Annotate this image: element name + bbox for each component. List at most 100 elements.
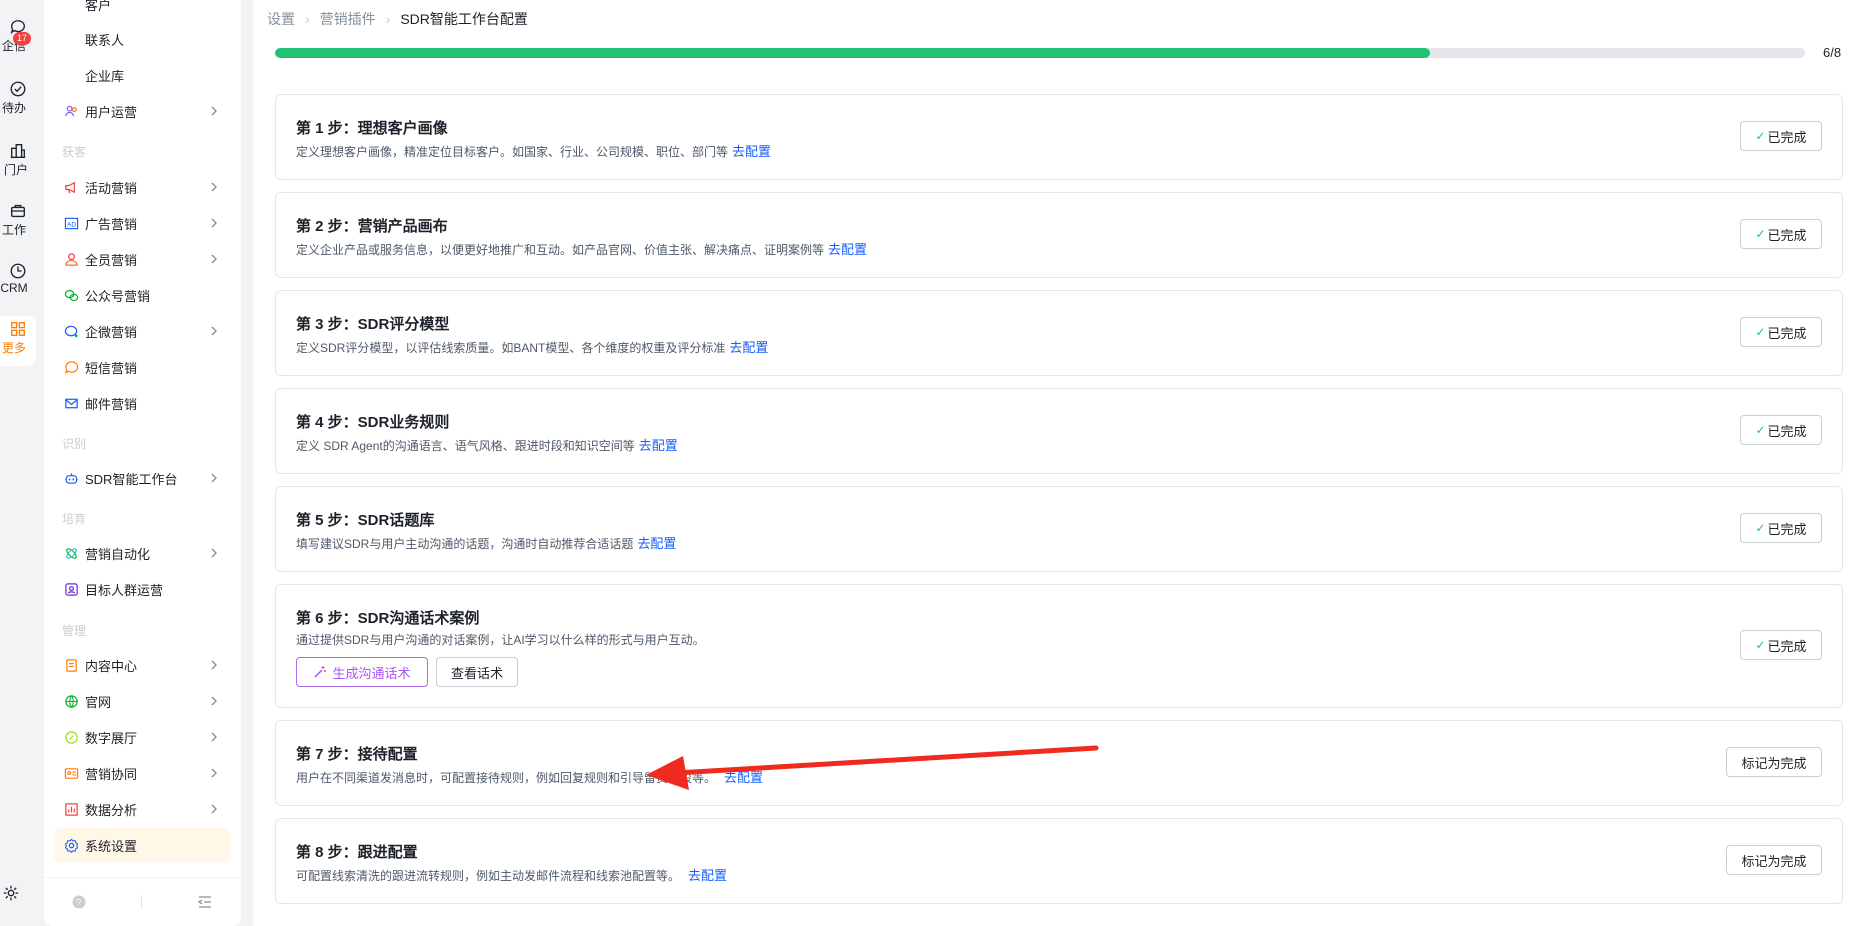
menu-label: 营销协同 <box>85 766 138 782</box>
sidebar-item-system-settings[interactable]: 系统设置 <box>54 828 231 862</box>
collapse-menu-icon[interactable] <box>197 895 213 909</box>
completed-button[interactable]: ✓ 已完成 <box>1740 513 1822 543</box>
rail-item-crm[interactable]: CRM <box>0 262 36 314</box>
menu-label: 企微营销 <box>85 324 138 340</box>
step-card-5: 第 5 步：SDR话题库 填写建议SDR与用户主动沟通的话题，沟通时自动推荐合适… <box>275 486 1843 572</box>
main-content: 设置 › 营销插件 › SDR智能工作台配置 6/8 第 1 步：理想客户画像 … <box>253 0 1853 926</box>
status-label: 已完成 <box>1767 227 1807 243</box>
gear-icon[interactable] <box>2 884 20 902</box>
status-label: 已完成 <box>1767 423 1807 439</box>
progress-fill <box>275 48 1431 58</box>
sidebar-item-official-account[interactable]: 公众号营销 <box>54 278 231 312</box>
globe-icon <box>63 693 79 709</box>
breadcrumb-plugins[interactable]: 营销插件 <box>320 9 376 29</box>
menu-label: 系统设置 <box>85 838 138 854</box>
menu-label: 联系人 <box>85 32 125 48</box>
rail-label: 更多 <box>1 341 26 355</box>
wechat-icon <box>63 287 79 303</box>
clock-icon <box>10 263 26 279</box>
sidebar-item-sms[interactable]: 短信营销 <box>54 350 231 384</box>
mark-label: 标记为完成 <box>1741 755 1807 771</box>
chevron-right-icon <box>211 696 217 706</box>
configure-link[interactable]: 去配置 <box>639 438 678 453</box>
sidebar-item-wecom[interactable]: 企微营销 <box>54 314 231 348</box>
rail-item-more[interactable]: 更多 <box>0 316 36 366</box>
sidebar-item-website[interactable]: 官网 <box>54 684 231 718</box>
menu-label: 目标人群运营 <box>85 582 164 598</box>
group-label-identify: 识别 <box>62 437 87 451</box>
person-icon <box>63 251 79 267</box>
sidebar-item-user-ops[interactable]: 用户运营 <box>54 94 231 128</box>
mark-complete-button[interactable]: 标记为完成 <box>1726 747 1822 777</box>
sms-bubble-icon <box>63 359 79 375</box>
step-desc-text: 定义SDR评分模型，以评估线索质量。如BANT模型、各个维度的权重及评分标准 <box>296 341 726 355</box>
breadcrumb-settings[interactable]: 设置 <box>267 9 295 29</box>
rail-item-work[interactable]: 工作 <box>0 202 36 254</box>
completed-button[interactable]: ✓ 已完成 <box>1740 317 1822 347</box>
menu-label: 短信营销 <box>85 360 138 376</box>
sidebar-item-all-staff[interactable]: 全员营销 <box>54 242 231 276</box>
sidebar-item-collaboration[interactable]: 营销协同 <box>54 756 231 790</box>
configure-link[interactable]: 去配置 <box>729 340 768 355</box>
breadcrumb-current: SDR智能工作台配置 <box>400 11 528 27</box>
users-icon <box>63 103 79 119</box>
completed-button[interactable]: ✓ 已完成 <box>1740 630 1822 660</box>
step-card-2: 第 2 步：营销产品画布 定义企业产品或服务信息，以便更好地推广和互动。如产品官… <box>275 192 1843 278</box>
step-description: 可配置线索清洗的跟进流转规则，例如主动发邮件流程和线索池配置等。 去配置 <box>296 865 727 884</box>
rail-label: 工作 <box>1 223 26 237</box>
rail-item-todo[interactable]: 待办 <box>0 80 36 132</box>
completed-button[interactable]: ✓ 已完成 <box>1740 121 1822 151</box>
menu-label: 官网 <box>85 694 112 710</box>
atom-icon <box>63 545 79 561</box>
sidebar-item-company-db[interactable]: 企业库 <box>54 58 231 92</box>
completed-button[interactable]: ✓ 已完成 <box>1740 219 1822 249</box>
document-icon <box>63 657 79 673</box>
footer-divider <box>140 895 142 909</box>
configure-link[interactable]: 去配置 <box>688 868 727 883</box>
chevron-right-icon <box>211 254 217 264</box>
view-script-button[interactable]: 查看话术 <box>436 657 518 687</box>
ad-icon: AD <box>63 215 79 231</box>
configure-link[interactable]: 去配置 <box>724 770 763 785</box>
sidebar-item-campaign[interactable]: 活动营销 <box>54 170 231 204</box>
step-title: 第 4 步：SDR业务规则 <box>296 414 450 431</box>
sidebar-item-sdr-workbench[interactable]: SDR智能工作台 <box>54 461 231 495</box>
group-label-manage: 管理 <box>62 624 87 638</box>
configure-link[interactable]: 去配置 <box>732 144 771 159</box>
breadcrumb-separator: › <box>385 11 391 27</box>
sidebar-item-customer[interactable]: 客户 <box>54 0 231 21</box>
configure-link[interactable]: 去配置 <box>637 536 676 551</box>
sidebar-item-target-audience[interactable]: 目标人群运营 <box>54 572 231 606</box>
wecom-icon <box>63 323 79 339</box>
menu-label: 公众号营销 <box>85 288 151 304</box>
building-icon <box>10 144 26 158</box>
configure-link[interactable]: 去配置 <box>828 242 867 257</box>
completed-button[interactable]: ✓ 已完成 <box>1740 415 1822 445</box>
check-icon: ✓ <box>1755 227 1766 241</box>
check-circle-icon <box>10 81 26 97</box>
status-label: 已完成 <box>1767 521 1807 537</box>
sidebar-item-digital-hall[interactable]: 数字展厅 <box>54 720 231 754</box>
step-desc-text: 可配置线索清洗的跟进流转规则，例如主动发邮件流程和线索池配置等。 <box>296 869 681 883</box>
audience-icon <box>63 581 79 597</box>
sidebar-item-content-center[interactable]: 内容中心 <box>54 648 231 682</box>
chevron-right-icon <box>211 732 217 742</box>
help-icon[interactable]: ? <box>72 895 86 909</box>
mark-complete-button[interactable]: 标记为完成 <box>1726 845 1822 875</box>
menu-label: 全员营销 <box>85 252 138 268</box>
megaphone-icon <box>63 179 79 195</box>
step-title: 第 5 步：SDR话题库 <box>296 512 435 529</box>
sidebar-item-contacts[interactable]: 联系人 <box>54 22 231 56</box>
sidebar-item-automation[interactable]: 营销自动化 <box>54 536 231 570</box>
rail-label: CRM <box>0 281 28 295</box>
breadcrumb-separator: › <box>305 11 310 27</box>
rail-item-chat[interactable]: 17 企信 <box>0 18 36 70</box>
chevron-right-icon <box>211 473 217 483</box>
generate-script-button[interactable]: 生成沟通话术 <box>296 657 428 687</box>
rail-label: 待办 <box>1 101 26 115</box>
rail-item-portal[interactable]: 门户 <box>0 142 36 194</box>
group-label-nurture: 培育 <box>62 512 87 526</box>
sidebar-item-ads[interactable]: AD 广告营销 <box>54 206 231 240</box>
sidebar-item-analytics[interactable]: 数据分析 <box>54 792 231 826</box>
sidebar-item-email[interactable]: 邮件营销 <box>54 386 231 420</box>
